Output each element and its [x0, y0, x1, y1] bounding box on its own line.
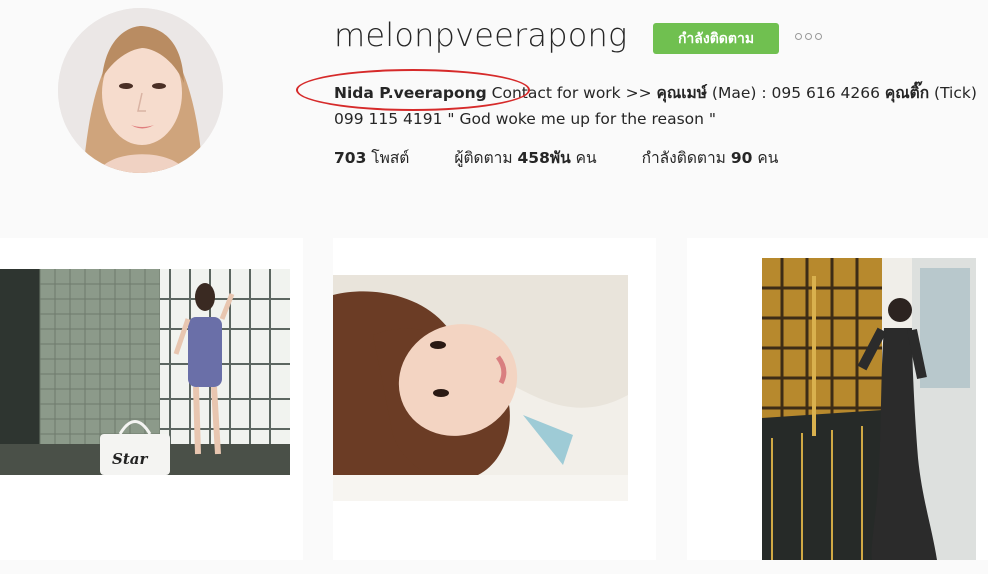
- stat-posts[interactable]: 703 โพสต์: [334, 145, 409, 170]
- following-count: 90: [730, 149, 753, 167]
- name-highlight-circle: [296, 69, 530, 111]
- followers-label: ผู้ติดตาม: [454, 149, 513, 167]
- stat-following[interactable]: กำลังติดตาม 90 คน: [642, 145, 779, 170]
- posts-count: 703: [334, 149, 367, 167]
- post-image-2: [333, 275, 628, 501]
- following-button[interactable]: กำลังติดตาม: [653, 23, 779, 54]
- avatar-image: [58, 8, 223, 173]
- profile-avatar: [58, 8, 223, 173]
- profile-username: melonpveerapong: [334, 16, 628, 54]
- more-options-icon[interactable]: [795, 33, 822, 40]
- post-image-3: [762, 258, 976, 560]
- bag-star-text: Star: [112, 450, 148, 468]
- stat-followers[interactable]: ผู้ติดตาม 458พัน คน: [454, 145, 596, 170]
- post-tile[interactable]: [333, 238, 656, 560]
- following-unit: คน: [757, 149, 779, 167]
- post-tile[interactable]: [687, 238, 988, 560]
- posts-label: โพสต์: [371, 149, 410, 167]
- following-label: กำลังติดตาม: [641, 149, 726, 167]
- post-tile[interactable]: Star: [0, 238, 303, 560]
- post-image-1: Star: [0, 269, 290, 475]
- followers-unit: คน: [575, 149, 597, 167]
- bio-contact2-detail: (Tick): [929, 84, 977, 102]
- profile-stats: 703 โพสต์ ผู้ติดตาม 458พัน คน กำลังติดตา…: [334, 145, 823, 170]
- followers-count: 458พัน: [517, 149, 571, 167]
- bio-contact1-detail: (Mae) : 095 616 4266: [706, 84, 885, 102]
- bio-contact2-name: คุณติ๊ก: [884, 84, 930, 102]
- bio-contact1-name: คุณเมษ์: [656, 84, 707, 102]
